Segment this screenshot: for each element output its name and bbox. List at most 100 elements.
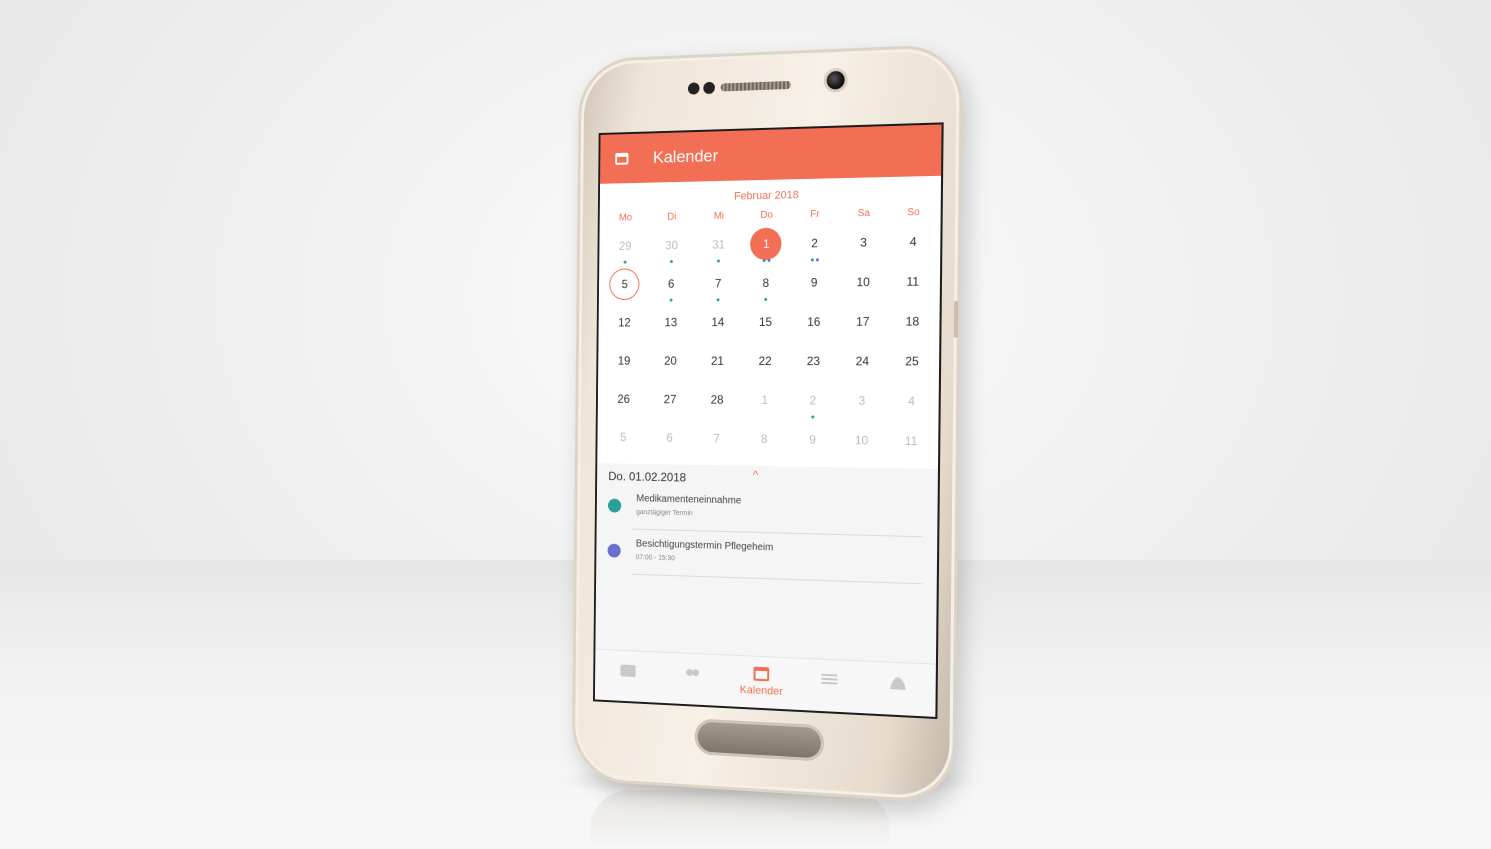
day-number: 4	[908, 394, 915, 408]
phone-screen: Kalender Februar 2018 Mo Di Mi Do Fr Sa So 29 3…	[593, 122, 944, 719]
day-number: 9	[811, 275, 818, 289]
day-cell[interactable]: 2	[788, 384, 837, 424]
day-number: 3	[858, 394, 865, 408]
day-number: 18	[905, 314, 919, 328]
event-subtitle: 07:00 - 15:30	[636, 554, 675, 562]
day-cell[interactable]: 6	[648, 268, 695, 307]
day-cell[interactable]: 10	[837, 424, 887, 464]
day-cell[interactable]: 3	[837, 384, 887, 424]
day-cell[interactable]: 11	[886, 424, 936, 465]
day-cell[interactable]: 2	[790, 227, 839, 267]
day-number: 20	[664, 354, 677, 368]
day-cell[interactable]: 28	[693, 384, 741, 423]
day-cell[interactable]: 5	[600, 421, 646, 460]
day-cell[interactable]: 27	[647, 383, 694, 422]
day-cell[interactable]: 20	[647, 345, 694, 384]
day-cell[interactable]: 4	[886, 385, 936, 425]
day-number: 2	[811, 236, 818, 250]
day-number: 11	[906, 274, 919, 288]
day-number: 13	[664, 315, 677, 329]
calendar-icon	[753, 667, 769, 682]
day-cell[interactable]: 18	[887, 305, 937, 345]
event-item[interactable]: Medikamenteneinnahme ganztägiger Termin	[597, 487, 938, 539]
day-cell[interactable]: 16	[789, 306, 838, 345]
event-indicator	[648, 295, 695, 299]
day-cell[interactable]: 22	[741, 345, 789, 384]
day-cell[interactable]: 14	[694, 306, 742, 345]
nav-profile[interactable]	[868, 662, 927, 718]
day-cell[interactable]: 7	[693, 422, 741, 461]
day-cell[interactable]: 15	[741, 306, 789, 345]
proximity-sensor	[688, 82, 700, 94]
day-cell[interactable]: 25	[887, 345, 937, 385]
day-cell[interactable]: 9	[788, 423, 837, 463]
day-cell[interactable]: 6	[646, 422, 693, 461]
day-number: 7	[715, 276, 722, 290]
day-number: 30	[665, 238, 678, 252]
day-cell[interactable]: 10	[838, 266, 888, 306]
list-icon	[821, 674, 837, 687]
day-cell[interactable]: 9	[790, 266, 839, 306]
day-cell[interactable]: 8	[742, 267, 790, 306]
day-number: 10	[855, 433, 869, 447]
weekday-label: Mi	[695, 210, 742, 222]
chat-icon	[620, 665, 635, 677]
chevron-up-icon[interactable]: ^	[748, 468, 764, 482]
side-button	[954, 301, 959, 338]
day-cell[interactable]: 29	[602, 230, 648, 269]
day-cell[interactable]: 13	[647, 306, 694, 345]
day-number: 8	[761, 432, 768, 446]
day-cell[interactable]: 31	[695, 228, 743, 267]
day-number: 29	[619, 239, 632, 253]
day-cell[interactable]: 17	[838, 305, 888, 345]
day-cell[interactable]: 26	[600, 383, 646, 422]
person-icon	[890, 677, 906, 690]
day-cell[interactable]: 8	[740, 423, 788, 463]
nav-calendar[interactable]: Kalender	[733, 656, 790, 711]
phone-reflection	[590, 790, 890, 849]
month-label: Februar 2018	[600, 186, 941, 205]
event-color-dot	[608, 499, 621, 513]
day-number: 8	[763, 276, 770, 290]
day-number: 25	[905, 354, 919, 368]
weekday-label: Sa	[839, 208, 888, 220]
nav-groups[interactable]	[665, 653, 721, 707]
event-indicator	[742, 256, 790, 261]
day-cell[interactable]: 24	[838, 345, 888, 385]
day-number: 5	[620, 430, 626, 444]
smartphone: Kalender Februar 2018 Mo Di Mi Do Fr Sa So 29 3…	[572, 44, 963, 805]
day-cell-selected[interactable]: 1	[742, 228, 790, 268]
event-indicator	[648, 257, 695, 262]
event-title: Besichtigungstermin Pflegeheim	[636, 539, 774, 554]
day-number: 10	[856, 275, 870, 289]
day-number: 7	[713, 431, 720, 445]
day-cell[interactable]: 1	[741, 384, 789, 423]
home-button[interactable]	[695, 718, 824, 761]
weekday-label: So	[889, 207, 939, 219]
day-number: 1	[763, 237, 770, 251]
day-cell-today[interactable]: 5	[602, 268, 648, 307]
event-indicator	[790, 255, 839, 260]
day-cell[interactable]: 4	[888, 225, 938, 266]
day-cell[interactable]: 30	[648, 229, 695, 268]
day-cell[interactable]: 19	[601, 345, 647, 383]
day-number: 21	[711, 354, 724, 368]
day-cell[interactable]: 7	[694, 267, 742, 306]
day-number: 5	[622, 277, 628, 291]
day-cell[interactable]: 21	[694, 345, 742, 384]
nav-list[interactable]	[800, 659, 858, 714]
nav-calendar-label: Kalender	[733, 684, 790, 699]
app-bar: Kalender	[600, 124, 942, 183]
nav-messages[interactable]	[600, 650, 655, 704]
front-camera	[827, 71, 845, 90]
event-title: Medikamenteneinnahme	[636, 493, 741, 506]
day-cell[interactable]: 11	[888, 265, 938, 305]
agenda-date: Do. 01.02.2018	[608, 469, 686, 484]
day-cell[interactable]: 23	[789, 345, 838, 384]
day-cell[interactable]: 3	[839, 226, 889, 266]
event-item[interactable]: Besichtigungstermin Pflegeheim 07:00 - 1…	[596, 532, 937, 586]
day-number: 19	[618, 354, 631, 368]
divider	[632, 574, 923, 585]
day-cell[interactable]: 12	[601, 307, 647, 345]
day-number: 23	[807, 354, 820, 368]
